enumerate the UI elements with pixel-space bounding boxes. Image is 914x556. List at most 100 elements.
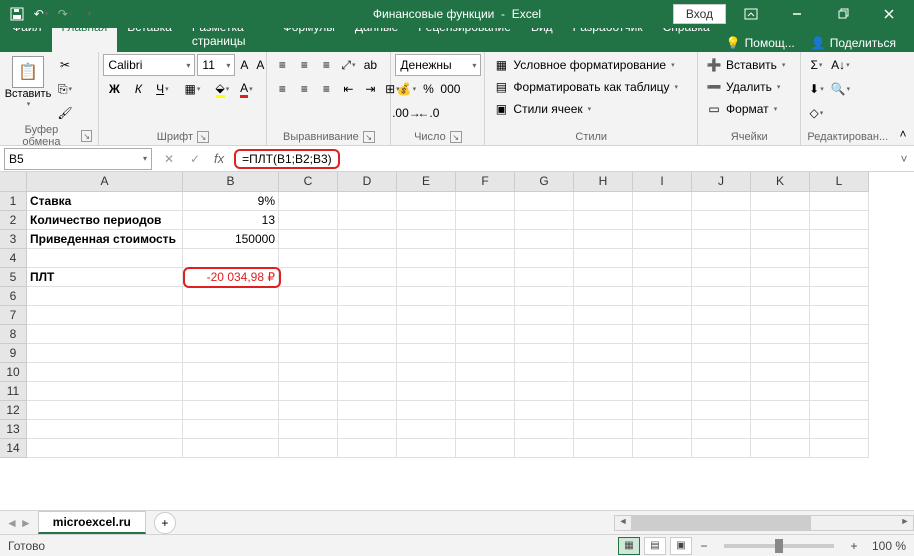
col-header[interactable]: G bbox=[515, 172, 574, 192]
cell[interactable] bbox=[515, 211, 574, 230]
cell[interactable] bbox=[692, 325, 751, 344]
enter-formula-icon[interactable]: ✓ bbox=[182, 148, 208, 170]
cell[interactable] bbox=[692, 211, 751, 230]
cell[interactable]: ПЛТ bbox=[27, 268, 183, 287]
horizontal-scrollbar[interactable]: ◄► bbox=[614, 515, 914, 531]
col-header[interactable]: J bbox=[692, 172, 751, 192]
cell[interactable] bbox=[397, 249, 456, 268]
paste-button[interactable]: 📋 Вставить ▾ bbox=[4, 54, 52, 110]
cell[interactable] bbox=[633, 382, 692, 401]
cell[interactable] bbox=[27, 382, 183, 401]
cell[interactable] bbox=[633, 420, 692, 439]
fill-color-button[interactable]: ⬙▾ bbox=[211, 78, 233, 100]
cell[interactable] bbox=[397, 344, 456, 363]
cell[interactable] bbox=[751, 363, 810, 382]
cell[interactable] bbox=[574, 211, 633, 230]
cell[interactable] bbox=[633, 439, 692, 458]
cell[interactable] bbox=[810, 382, 869, 401]
cell[interactable] bbox=[397, 230, 456, 249]
cell[interactable] bbox=[456, 249, 515, 268]
cell[interactable] bbox=[338, 192, 397, 211]
cell[interactable] bbox=[810, 211, 869, 230]
cell[interactable] bbox=[397, 439, 456, 458]
col-header[interactable]: K bbox=[751, 172, 810, 192]
cell[interactable] bbox=[456, 287, 515, 306]
font-size-combo[interactable]: 11▾ bbox=[197, 54, 235, 76]
cell[interactable] bbox=[27, 325, 183, 344]
row-header[interactable]: 3 bbox=[0, 230, 27, 249]
cell[interactable] bbox=[183, 344, 279, 363]
zoom-in-button[interactable]: + bbox=[846, 539, 862, 553]
row-header[interactable]: 12 bbox=[0, 401, 27, 420]
expand-formula-bar-icon[interactable]: ˅ bbox=[894, 152, 914, 166]
save-icon[interactable] bbox=[6, 3, 28, 25]
cell[interactable] bbox=[574, 287, 633, 306]
cell[interactable] bbox=[279, 268, 338, 287]
cell[interactable] bbox=[456, 325, 515, 344]
cell[interactable] bbox=[338, 325, 397, 344]
sheet-tab[interactable]: microexcel.ru bbox=[38, 511, 146, 534]
sheet-nav[interactable]: ◄► bbox=[0, 516, 38, 530]
cell[interactable] bbox=[456, 439, 515, 458]
cell[interactable] bbox=[456, 382, 515, 401]
cell[interactable] bbox=[27, 344, 183, 363]
cell[interactable] bbox=[810, 306, 869, 325]
clear-icon[interactable]: ◇▾ bbox=[805, 102, 827, 124]
cell[interactable] bbox=[456, 344, 515, 363]
cell[interactable] bbox=[692, 287, 751, 306]
cell[interactable] bbox=[279, 192, 338, 211]
delete-cells-button[interactable]: ➖Удалить▾ bbox=[702, 76, 784, 98]
cell[interactable] bbox=[574, 268, 633, 287]
cell[interactable] bbox=[338, 306, 397, 325]
cell[interactable] bbox=[633, 401, 692, 420]
row-header[interactable]: 10 bbox=[0, 363, 27, 382]
dialog-launcher-icon[interactable]: ↘ bbox=[363, 131, 375, 143]
row-header[interactable]: 1 bbox=[0, 192, 27, 211]
format-painter-icon[interactable]: 🖌 bbox=[54, 102, 76, 124]
cell[interactable] bbox=[515, 249, 574, 268]
row-header[interactable]: 7 bbox=[0, 306, 27, 325]
cell[interactable] bbox=[810, 230, 869, 249]
cell[interactable] bbox=[397, 268, 456, 287]
cell[interactable] bbox=[338, 211, 397, 230]
cell[interactable] bbox=[810, 287, 869, 306]
cell[interactable]: -20 034,98 ₽ bbox=[183, 268, 279, 287]
cell[interactable] bbox=[574, 382, 633, 401]
row-header[interactable]: 13 bbox=[0, 420, 27, 439]
col-header[interactable]: H bbox=[574, 172, 633, 192]
cell[interactable] bbox=[279, 287, 338, 306]
cell[interactable] bbox=[633, 211, 692, 230]
align-bottom-icon[interactable]: ≡ bbox=[315, 54, 337, 76]
cancel-formula-icon[interactable]: ✕ bbox=[156, 148, 182, 170]
cell[interactable] bbox=[751, 230, 810, 249]
cell[interactable] bbox=[633, 230, 692, 249]
cell[interactable]: Количество периодов bbox=[27, 211, 183, 230]
close-icon[interactable] bbox=[868, 0, 910, 28]
cell[interactable] bbox=[279, 230, 338, 249]
cell[interactable] bbox=[338, 268, 397, 287]
cell[interactable]: 9% bbox=[183, 192, 279, 211]
cell[interactable] bbox=[810, 363, 869, 382]
cell[interactable] bbox=[456, 306, 515, 325]
col-header[interactable]: E bbox=[397, 172, 456, 192]
align-left-icon[interactable]: ≡ bbox=[271, 78, 293, 100]
restore-icon[interactable] bbox=[822, 0, 864, 28]
cell[interactable] bbox=[27, 249, 183, 268]
cell[interactable] bbox=[810, 192, 869, 211]
row-header[interactable]: 9 bbox=[0, 344, 27, 363]
signin-button[interactable]: Вход bbox=[673, 4, 726, 24]
cell[interactable] bbox=[692, 192, 751, 211]
cell[interactable] bbox=[456, 192, 515, 211]
cell[interactable] bbox=[338, 287, 397, 306]
row-header[interactable]: 11 bbox=[0, 382, 27, 401]
align-center-icon[interactable]: ≡ bbox=[293, 78, 315, 100]
cell[interactable] bbox=[397, 306, 456, 325]
cell[interactable] bbox=[279, 382, 338, 401]
cell[interactable] bbox=[27, 420, 183, 439]
cell[interactable] bbox=[751, 287, 810, 306]
cell[interactable] bbox=[279, 344, 338, 363]
cell[interactable] bbox=[692, 363, 751, 382]
cell[interactable] bbox=[338, 230, 397, 249]
col-header[interactable]: I bbox=[633, 172, 692, 192]
cell[interactable] bbox=[515, 306, 574, 325]
